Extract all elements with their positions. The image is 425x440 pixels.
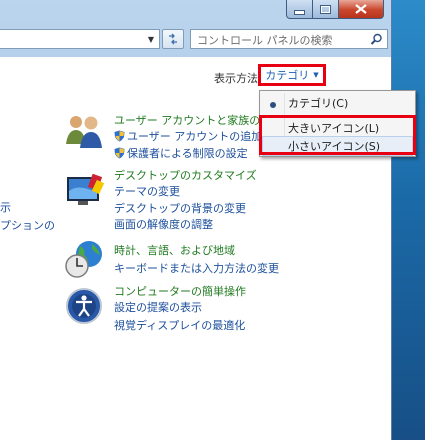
search-box[interactable]: コントロール パネルの検索 — [190, 29, 388, 49]
users-icon[interactable] — [64, 112, 106, 152]
uac-shield-icon — [114, 130, 125, 142]
category-link-ease-1[interactable]: 設定の提案の表示 — [114, 299, 202, 315]
close-button[interactable] — [339, 0, 384, 19]
caption-buttons — [286, 0, 384, 20]
view-by-label: 表示方法 — [214, 72, 258, 85]
view-by-value: カテゴリ — [265, 69, 310, 82]
maximize-icon — [320, 4, 331, 14]
category-link-desktop-1[interactable]: テーマの変更 — [114, 183, 180, 199]
search-input[interactable]: コントロール パネルの検索 — [197, 32, 333, 48]
category-title-clock[interactable]: 時計、言語、および地域 — [114, 242, 235, 258]
uac-shield-icon — [114, 147, 125, 159]
view-by-dropdown[interactable]: カテゴリ ▼ — [258, 64, 326, 86]
category-link-users-1[interactable]: ユーザー アカウントの追加ま — [114, 128, 273, 144]
address-bar[interactable] — [0, 29, 160, 49]
radio-bullet-icon — [270, 102, 276, 108]
desktop-background — [392, 0, 425, 440]
category-link-ease-2[interactable]: 視覚ディスプレイの最適化 — [114, 317, 245, 333]
refresh-icon — [169, 33, 177, 45]
category-link-text: ユーザー アカウントの追加ま — [127, 130, 274, 143]
menu-item-category[interactable]: カテゴリ(C) — [262, 93, 413, 113]
left-panel-text-1[interactable]: 示 — [0, 199, 11, 215]
desktop-icon[interactable] — [64, 171, 106, 211]
close-icon — [355, 4, 367, 14]
left-panel-text-2[interactable]: プションの — [0, 217, 55, 233]
category-title-ease-of-access[interactable]: コンピューターの簡単操作 — [114, 283, 246, 299]
annotation-highlight-box — [259, 115, 416, 155]
chevron-down-icon: ▼ — [147, 34, 155, 44]
chevron-down-icon: ▼ — [313, 71, 319, 79]
minimize-button[interactable] — [286, 0, 313, 19]
clock-globe-icon[interactable] — [64, 239, 106, 279]
search-icon[interactable] — [370, 33, 383, 46]
category-title-users[interactable]: ユーザー アカウントと家族のた — [114, 112, 271, 128]
category-link-desktop-2[interactable]: デスクトップの背景の変更 — [114, 200, 246, 216]
address-dropdown-button[interactable]: ▼ — [144, 30, 158, 48]
category-title-desktop[interactable]: デスクトップのカスタマイズ — [114, 167, 257, 183]
minimize-icon — [294, 9, 305, 15]
category-link-clock-1[interactable]: キーボードまたは入力方法の変更 — [114, 260, 279, 276]
ease-of-access-icon[interactable] — [64, 286, 106, 326]
menu-item-label: カテゴリ(C) — [288, 97, 349, 110]
control-panel-window: ▼ コントロール パネルの検索 表示方法 カテゴリ ▼ 示 プションの ユーザー… — [0, 0, 416, 440]
category-link-text: 保護者による制限の設定 — [127, 147, 248, 160]
maximize-button[interactable] — [313, 0, 339, 19]
refresh-button[interactable] — [162, 29, 184, 49]
category-link-desktop-3[interactable]: 画面の解像度の調整 — [114, 216, 213, 232]
category-link-users-2[interactable]: 保護者による制限の設定 — [114, 145, 248, 161]
